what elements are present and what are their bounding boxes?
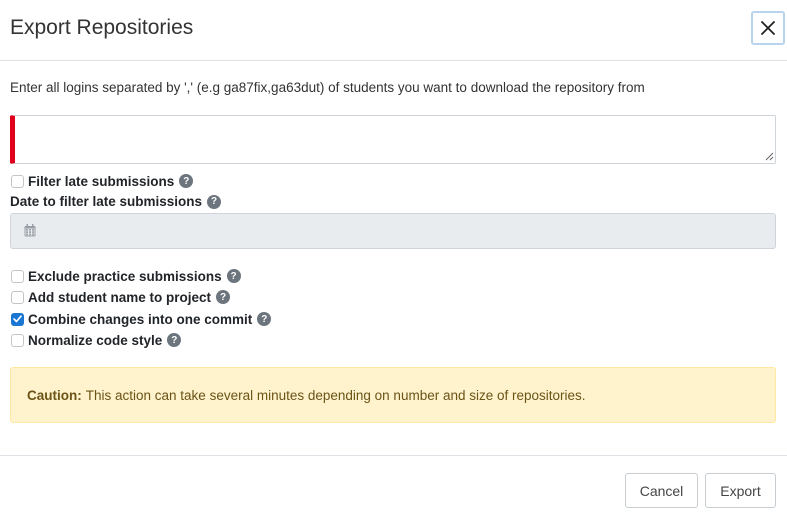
normalize-code-checkbox[interactable] <box>11 333 24 347</box>
close-icon <box>761 21 775 35</box>
question-circle-icon[interactable]: ? <box>216 290 231 304</box>
combine-changes-label: Combine changes into one commit <box>28 311 253 327</box>
exclude-practice-label: Exclude practice submissions <box>28 268 222 284</box>
exclude-practice-row: Exclude practice submissions ? <box>11 267 241 285</box>
normalize-code-label: Normalize code style <box>28 332 163 348</box>
combine-changes-checkbox[interactable] <box>11 312 24 326</box>
logins-input[interactable] <box>10 115 776 164</box>
normalize-code-row: Normalize code style ? <box>11 331 182 349</box>
question-circle-icon[interactable]: ? <box>207 194 222 209</box>
date-filter-input[interactable] <box>10 213 776 249</box>
question-circle-icon[interactable]: ? <box>179 174 194 188</box>
question-circle-icon[interactable]: ? <box>226 269 241 283</box>
modal-header: Export Repositories <box>0 0 787 61</box>
exclude-practice-checkbox[interactable] <box>11 269 24 283</box>
calendar-icon <box>24 224 36 237</box>
add-student-name-checkbox[interactable] <box>11 290 24 304</box>
filter-late-row: Filter late submissions ? <box>11 172 194 190</box>
question-circle-icon[interactable]: ? <box>167 333 182 347</box>
logins-hint: Enter all logins separated by ',' (e.g g… <box>10 80 645 95</box>
checkmark-icon <box>13 315 22 323</box>
add-student-name-label: Add student name to project <box>28 289 212 305</box>
date-filter-label: Date to filter late submissions ? <box>10 194 222 209</box>
question-circle-icon[interactable]: ? <box>257 312 272 326</box>
close-button[interactable] <box>751 11 785 45</box>
modal-footer: Cancel Export <box>0 455 787 519</box>
filter-late-label: Filter late submissions <box>28 173 175 189</box>
caution-alert-text: This action can take several minutes dep… <box>85 387 586 403</box>
export-button[interactable]: Export <box>705 473 776 508</box>
date-filter-label-text: Date to filter late submissions <box>10 194 203 209</box>
combine-changes-row: Combine changes into one commit ? <box>11 310 272 328</box>
cancel-button[interactable]: Cancel <box>625 473 698 508</box>
add-student-name-row: Add student name to project ? <box>11 288 231 306</box>
caution-alert: Caution: This action can take several mi… <box>10 367 776 423</box>
caution-alert-title: Caution: <box>27 387 82 403</box>
filter-late-checkbox[interactable] <box>11 174 24 188</box>
modal-title: Export Repositories <box>10 16 194 39</box>
